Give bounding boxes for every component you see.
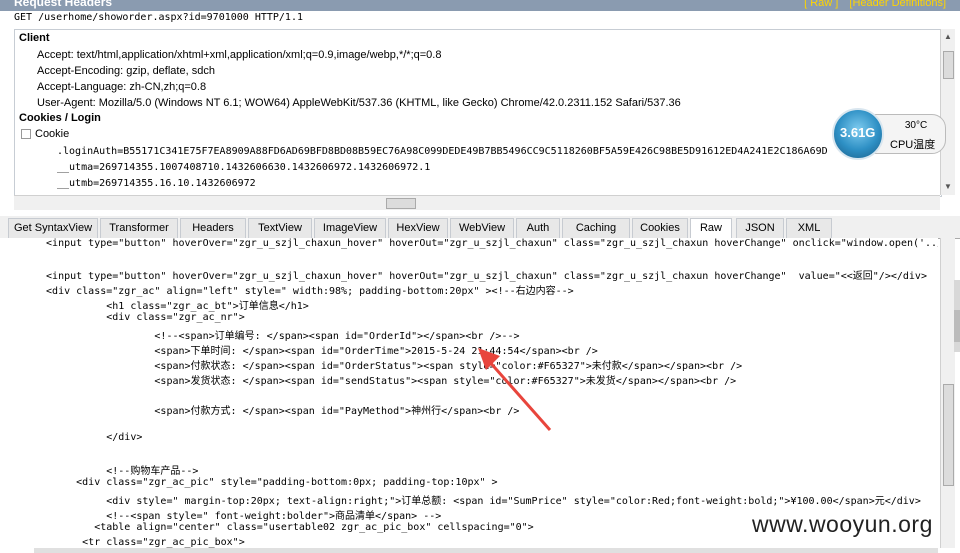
code-line: <!--<span>订单编号: </span><span id="OrderId… <box>34 331 520 342</box>
raw-link[interactable]: [ Raw ] <box>804 0 838 9</box>
cookie-utma[interactable]: __utma=269714355.1007408710.1432606630.1… <box>57 162 430 173</box>
cpu-frequency: 3.61G <box>840 125 876 140</box>
code-line: <input type="button" hoverOver="zgr_u_sz… <box>34 271 927 282</box>
code-line: <input type="button" hoverOver="zgr_u_sz… <box>34 238 938 249</box>
cookies-section-title[interactable]: Cookies / Login <box>19 112 101 124</box>
code-line: <tr class="zgr_ac_pic_box"> <box>34 537 245 548</box>
tab-xml[interactable]: XML <box>786 218 832 238</box>
client-section-title[interactable]: Client <box>19 32 50 44</box>
body-horizontal-scrollbar[interactable] <box>34 548 938 553</box>
code-line: <h1 class="zgr_ac_bt">订单信息</h1> <box>34 301 309 312</box>
code-line: <div style=" margin-top:20px; text-align… <box>34 496 921 507</box>
cpu-temperature-widget: 30°C CPU温度 3.61G <box>830 108 946 160</box>
tab-cookies[interactable]: Cookies <box>632 218 688 238</box>
tab-imageview[interactable]: ImageView <box>314 218 386 238</box>
code-line: <table align="center" class="usertable02… <box>34 522 534 533</box>
code-line: <!--购物车产品--> <box>34 466 199 477</box>
request-headers-bar: Request Headers [ Raw ] [Header Definiti… <box>0 0 960 11</box>
header-accept-language[interactable]: Accept-Language: zh-CN,zh;q=0.8 <box>37 81 206 93</box>
code-line: <!--<span style=" font-weight:bolder">商品… <box>34 511 442 522</box>
code-line: <div class="zgr_ac" align="left" style="… <box>34 286 574 297</box>
scroll-thumb[interactable] <box>386 198 416 209</box>
section-title: Request Headers <box>14 0 113 9</box>
headers-horizontal-scrollbar[interactable] <box>14 195 940 210</box>
cpu-gauge-icon: 3.61G <box>832 108 884 160</box>
cookie-node[interactable]: Cookie <box>21 128 69 140</box>
scroll-thumb[interactable] <box>943 51 954 79</box>
cpu-label: CPU温度 <box>890 139 936 151</box>
left-gutter <box>0 238 34 553</box>
code-line: <span>付款状态: </span><span id="OrderStatus… <box>34 361 743 372</box>
header-accept[interactable]: Accept: text/html,application/xhtml+xml,… <box>37 49 441 61</box>
tab-headers[interactable]: Headers <box>180 218 246 238</box>
request-line: GET /userhome/showorder.aspx?id=9701000 … <box>14 12 303 23</box>
tab-webview[interactable]: WebView <box>450 218 514 238</box>
scroll-thumb[interactable] <box>943 384 954 486</box>
cookie-login-auth[interactable]: .loginAuth=B55171C341E75F7EA8909A88FD6AD… <box>57 146 828 157</box>
tab-transformer[interactable]: Transformer <box>100 218 178 238</box>
window-edge-scrollbar[interactable] <box>954 280 960 352</box>
watermark: www.wooyun.org <box>752 511 933 537</box>
code-line: <span>付款方式: </span><span id="PayMethod">… <box>34 406 520 417</box>
tab-textview[interactable]: TextView <box>248 218 312 238</box>
cookie-utmb[interactable]: __utmb=269714355.16.10.1432606972 <box>57 178 256 189</box>
cpu-temperature: 30°C <box>904 120 928 131</box>
tab-raw[interactable]: Raw <box>690 218 732 239</box>
scroll-thumb[interactable] <box>954 310 960 342</box>
inspector-tab-bar: Get SyntaxView Transformer Headers TextV… <box>0 216 960 239</box>
tab-auth[interactable]: Auth <box>516 218 560 238</box>
code-line: <div class="zgr_ac_pic" style="padding-b… <box>34 477 498 488</box>
cookie-node-label: Cookie <box>35 128 70 140</box>
tab-get-syntaxview[interactable]: Get SyntaxView <box>8 218 98 238</box>
code-line: <span>发货状态: </span><span id="sendStatus"… <box>34 376 737 387</box>
tab-json[interactable]: JSON <box>736 218 784 238</box>
tab-caching[interactable]: Caching <box>562 218 630 238</box>
body-vertical-scrollbar[interactable] <box>940 238 955 548</box>
code-line: </div> <box>34 432 143 443</box>
header-accept-encoding[interactable]: Accept-Encoding: gzip, deflate, sdch <box>37 65 215 77</box>
header-user-agent[interactable]: User-Agent: Mozilla/5.0 (Windows NT 6.1;… <box>37 97 681 109</box>
tab-hexview[interactable]: HexView <box>388 218 448 238</box>
code-line: <div class="zgr_ac_nr"> <box>34 312 245 323</box>
header-definitions-link[interactable]: [Header Definitions] <box>849 0 946 9</box>
tree-expand-icon[interactable] <box>21 129 31 140</box>
scroll-down-icon[interactable]: ▼ <box>942 181 954 193</box>
header-links: [ Raw ] [Header Definitions] <box>796 0 946 9</box>
annotation-arrow-icon <box>478 348 552 431</box>
scroll-up-icon[interactable]: ▲ <box>942 31 954 43</box>
headers-tree-panel: Client Accept: text/html,application/xht… <box>14 29 942 197</box>
